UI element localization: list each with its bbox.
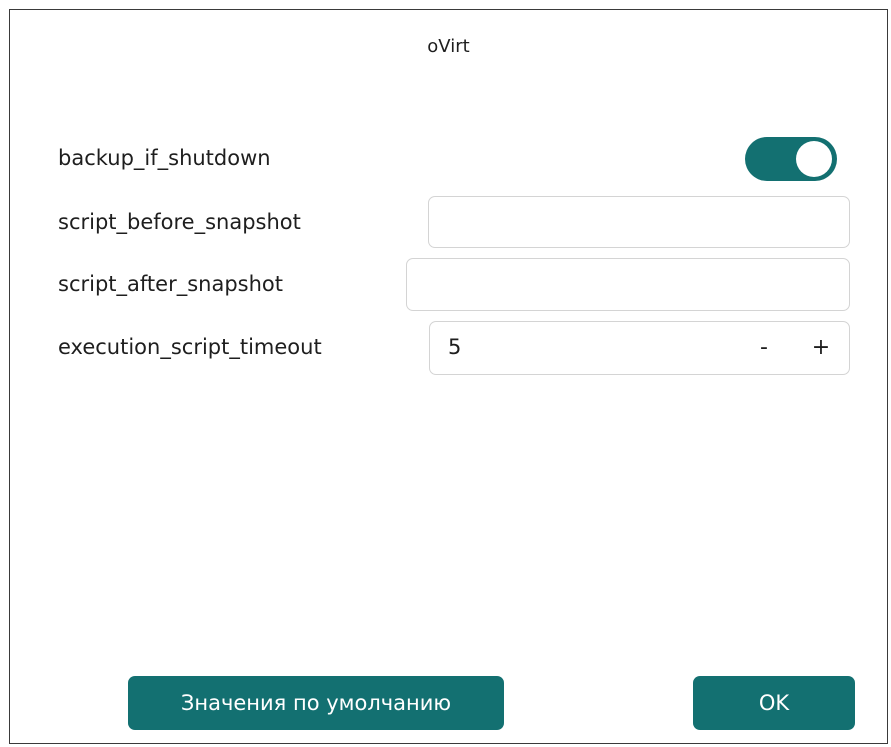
ok-button[interactable]: OK: [693, 676, 855, 730]
script-before-snapshot-input[interactable]: [428, 196, 850, 248]
timeout-value[interactable]: 5: [448, 335, 461, 359]
increment-button[interactable]: +: [803, 330, 839, 366]
execution-script-timeout-label: execution_script_timeout: [58, 335, 322, 359]
backup-if-shutdown-toggle[interactable]: [745, 137, 837, 181]
dialog-title: oVirt: [427, 36, 470, 57]
settings-dialog: oVirt backup_if_shutdown script_before_s…: [9, 9, 888, 744]
backup-if-shutdown-label: backup_if_shutdown: [58, 146, 271, 170]
script-before-snapshot-label: script_before_snapshot: [58, 210, 301, 234]
execution-script-timeout-stepper[interactable]: 5 - +: [429, 321, 850, 375]
script-after-snapshot-input[interactable]: [406, 258, 850, 311]
restore-defaults-button[interactable]: Значения по умолчанию: [128, 676, 504, 730]
toggle-knob: [796, 141, 832, 177]
script-after-snapshot-label: script_after_snapshot: [58, 272, 283, 296]
decrement-button[interactable]: -: [746, 330, 782, 366]
